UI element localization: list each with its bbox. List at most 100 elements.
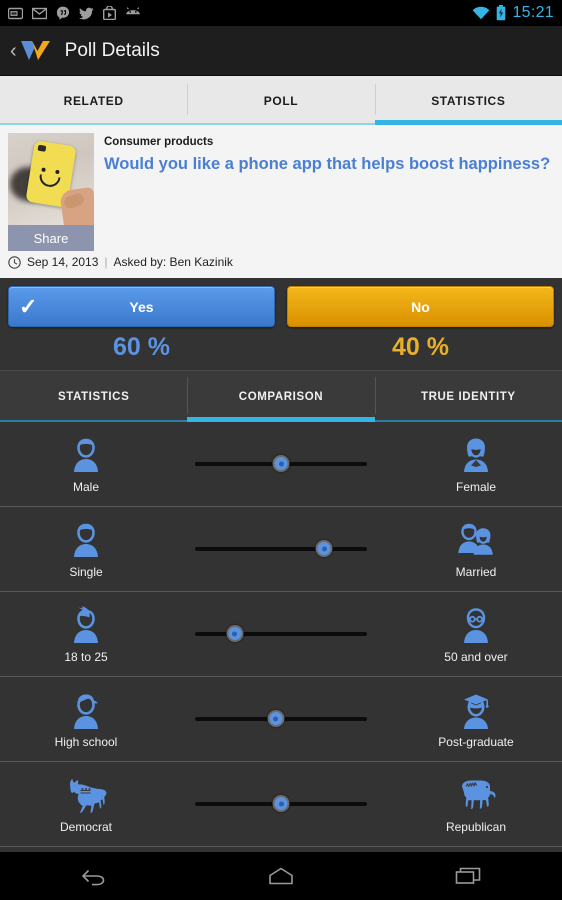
comparison-left: Single xyxy=(6,519,166,579)
subtab-underline xyxy=(0,420,188,422)
checkmark-icon: ✓ xyxy=(19,293,38,319)
graduate-cap-icon xyxy=(456,689,496,731)
comparison-left-label: High school xyxy=(54,735,118,749)
wedgies-w-logo[interactable] xyxy=(19,38,53,64)
subtab-statistics-label: STATISTICS xyxy=(57,390,130,403)
page-title: Poll Details xyxy=(64,39,160,61)
status-notification-icons xyxy=(8,6,141,20)
comparison-slider[interactable] xyxy=(195,708,367,730)
top-tab-bar: RELATED POLL STATISTICS xyxy=(0,76,562,125)
tab-underline xyxy=(187,123,375,125)
nav-home-icon xyxy=(269,867,293,885)
comparison-slider[interactable] xyxy=(195,453,367,475)
vote-buttons-row: ✓ Yes No xyxy=(0,278,562,327)
sub-tab-bar: STATISTICS COMPARISON TRUE IDENTITY xyxy=(0,371,562,422)
back-button[interactable]: ‹ xyxy=(10,41,17,61)
young-person-icon xyxy=(66,604,106,646)
comparison-right-label: 50 and over xyxy=(444,650,508,664)
subtab-underline-active xyxy=(187,417,375,422)
comparison-left: 18 to 25 xyxy=(6,604,166,664)
comparison-row: High school Post-graduate xyxy=(0,677,562,762)
vote-no-percent: 40 % xyxy=(392,333,449,361)
comparison-left-label: 18 to 25 xyxy=(64,650,108,664)
tab-underline xyxy=(0,123,188,125)
comparison-right-label: Post-graduate xyxy=(438,735,514,749)
subtab-true-identity-label: TRUE IDENTITY xyxy=(420,390,516,403)
vote-yes-percent: 60 % xyxy=(113,333,170,361)
republican-elephant-icon xyxy=(454,774,498,816)
slider-thumb[interactable] xyxy=(267,710,285,727)
status-bar: 15:21 xyxy=(0,0,562,26)
tab-related[interactable]: RELATED xyxy=(0,76,188,125)
comparison-right: Post-graduate xyxy=(396,689,556,749)
comparison-list: Male Female Single Married 18 to 25 50 a… xyxy=(0,422,562,847)
android-update-icon xyxy=(126,7,140,15)
high-school-cap-icon xyxy=(66,689,106,731)
comparison-right-label: Republican xyxy=(445,820,507,834)
comparison-left-label: Male xyxy=(72,480,99,494)
poll-question[interactable]: Would you like a phone app that helps bo… xyxy=(104,154,550,175)
slider-thumb[interactable] xyxy=(272,795,290,812)
comparison-slider-area xyxy=(166,453,396,475)
status-system-icons: 15:21 xyxy=(472,4,554,22)
poll-asked-by: Asked by: Ben Kazinik xyxy=(113,255,233,269)
poll-text: Consumer products Would you like a phone… xyxy=(104,133,550,252)
subtab-statistics[interactable]: STATISTICS xyxy=(0,371,188,422)
subtab-comparison[interactable]: COMPARISON xyxy=(187,371,375,422)
poll-date: Sep 14, 2013 xyxy=(27,255,99,269)
comparison-slider[interactable] xyxy=(195,538,367,560)
female-person-icon xyxy=(456,434,496,476)
male-person-icon xyxy=(66,434,106,476)
comparison-left: Male xyxy=(6,434,166,494)
slider-thumb[interactable] xyxy=(315,540,333,557)
poll-thumbnail-image xyxy=(8,133,94,225)
clock-icon xyxy=(8,255,21,269)
comparison-slider-area xyxy=(166,793,396,815)
comparison-slider-area xyxy=(166,538,396,560)
hangouts-icon xyxy=(56,6,70,20)
action-bar: ‹ Poll Details xyxy=(0,26,562,76)
comparison-right: 50 and over xyxy=(396,604,556,664)
battery-charging-icon xyxy=(497,5,506,21)
sim-card-icon xyxy=(8,7,23,19)
senior-person-icon xyxy=(456,604,496,646)
poll-category: Consumer products xyxy=(104,136,214,148)
play-store-icon xyxy=(103,6,116,20)
comparison-row: Male Female xyxy=(0,422,562,507)
comparison-slider[interactable] xyxy=(195,793,367,815)
comparison-right-label: Married xyxy=(455,565,497,579)
android-nav-bar xyxy=(0,852,562,900)
comparison-slider[interactable] xyxy=(195,623,367,645)
tab-poll-label: POLL xyxy=(263,93,299,108)
vote-no-label: No xyxy=(411,298,430,315)
slider-track xyxy=(195,547,367,551)
poll-thumbnail-wrap: Share xyxy=(8,133,94,252)
tab-poll[interactable]: POLL xyxy=(187,76,375,125)
vote-yes-button[interactable]: ✓ Yes xyxy=(8,286,275,327)
vote-yes-label: Yes xyxy=(129,298,154,315)
subtab-true-identity[interactable]: TRUE IDENTITY xyxy=(374,371,562,422)
subtab-comparison-label: COMPARISON xyxy=(238,390,324,403)
vote-no-button[interactable]: No xyxy=(287,286,554,327)
poll-card: Share Consumer products Would you like a… xyxy=(0,125,562,252)
nav-recents-button[interactable] xyxy=(436,856,500,896)
comparison-right: Female xyxy=(396,434,556,494)
comparison-slider-area xyxy=(166,623,396,645)
comparison-left-label: Democrat xyxy=(59,820,112,834)
nav-home-button[interactable] xyxy=(249,856,313,896)
share-button[interactable]: Share xyxy=(8,225,94,251)
tab-related-label: RELATED xyxy=(63,93,124,108)
democrat-donkey-icon xyxy=(64,774,108,816)
status-clock: 15:21 xyxy=(512,4,554,21)
comparison-row: Single Married xyxy=(0,507,562,592)
comparison-right: Married xyxy=(396,519,556,579)
nav-back-button[interactable] xyxy=(62,856,126,896)
comparison-slider-area xyxy=(166,708,396,730)
married-couple-icon xyxy=(453,519,499,561)
tab-statistics[interactable]: STATISTICS xyxy=(374,76,562,125)
slider-thumb[interactable] xyxy=(272,455,290,472)
tab-statistics-label: STATISTICS xyxy=(431,93,506,108)
slider-thumb[interactable] xyxy=(226,625,244,642)
meta-separator: | xyxy=(104,255,108,269)
comparison-right-label: Female xyxy=(455,480,496,494)
